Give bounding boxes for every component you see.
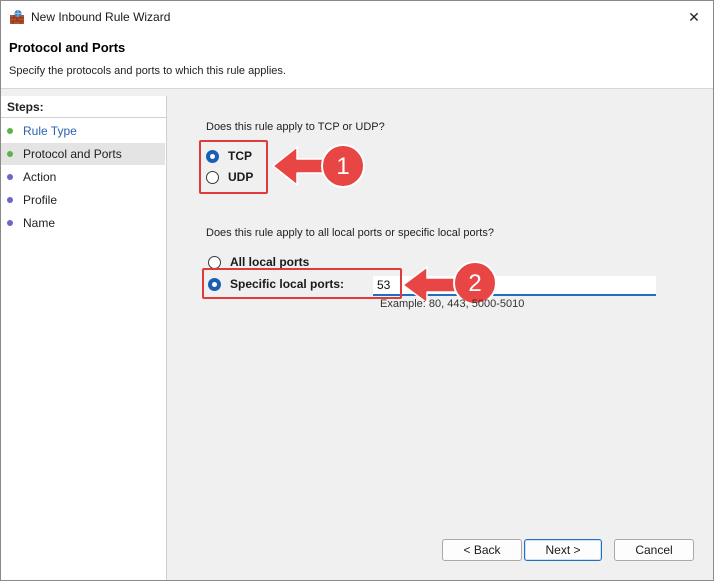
annotation-number-1: 1 <box>336 153 349 180</box>
steps-heading: Steps: <box>7 100 44 114</box>
all-local-ports-label: All local ports <box>230 255 310 269</box>
page-header: Protocol and Ports Specify the protocols… <box>1 33 713 89</box>
annotation-arrow-1: 1 <box>272 144 365 188</box>
step-name: Name <box>1 212 165 234</box>
all-local-ports-radio[interactable]: All local ports <box>208 255 309 269</box>
next-button[interactable]: Next > <box>524 539 602 561</box>
step-protocol-and-ports[interactable]: Protocol and Ports <box>1 143 165 165</box>
step-pending-icon <box>7 220 13 226</box>
radio-unchecked-icon <box>208 255 221 269</box>
protocol-question: Does this rule apply to TCP or UDP? <box>206 121 385 133</box>
ports-example-hint: Example: 80, 443, 5000-5010 <box>380 298 525 310</box>
step-profile: Profile <box>1 189 165 211</box>
step-label: Action <box>23 170 57 184</box>
title-bar: New Inbound Rule Wizard ✕ <box>1 1 713 33</box>
step-action: Action <box>1 166 165 188</box>
back-button[interactable]: < Back <box>442 539 522 561</box>
page-title: Protocol and Ports <box>9 40 126 55</box>
step-label: Name <box>23 216 56 230</box>
step-pending-icon <box>7 197 13 203</box>
ports-question: Does this rule apply to all local ports … <box>206 227 494 239</box>
close-icon[interactable]: ✕ <box>679 3 709 31</box>
window-title: New Inbound Rule Wizard <box>31 10 171 24</box>
steps-divider <box>1 117 167 118</box>
step-current-icon <box>7 151 13 157</box>
wizard-window: New Inbound Rule Wizard ✕ Protocol and P… <box>0 0 714 581</box>
cancel-button[interactable]: Cancel <box>614 539 694 561</box>
step-label: Rule Type <box>23 124 77 138</box>
annotation-box-1 <box>199 140 268 194</box>
step-done-icon <box>7 128 13 134</box>
annotation-number-2: 2 <box>468 270 481 297</box>
firewall-app-icon <box>10 10 24 24</box>
page-description: Specify the protocols and ports to which… <box>9 65 286 77</box>
step-rule-type[interactable]: Rule Type <box>1 120 165 142</box>
step-label: Profile <box>23 193 58 207</box>
step-label: Protocol and Ports <box>23 147 122 161</box>
annotation-box-2 <box>202 268 402 299</box>
step-pending-icon <box>7 174 13 180</box>
steps-panel: Steps: Rule Type Protocol and Ports Acti… <box>1 96 167 580</box>
